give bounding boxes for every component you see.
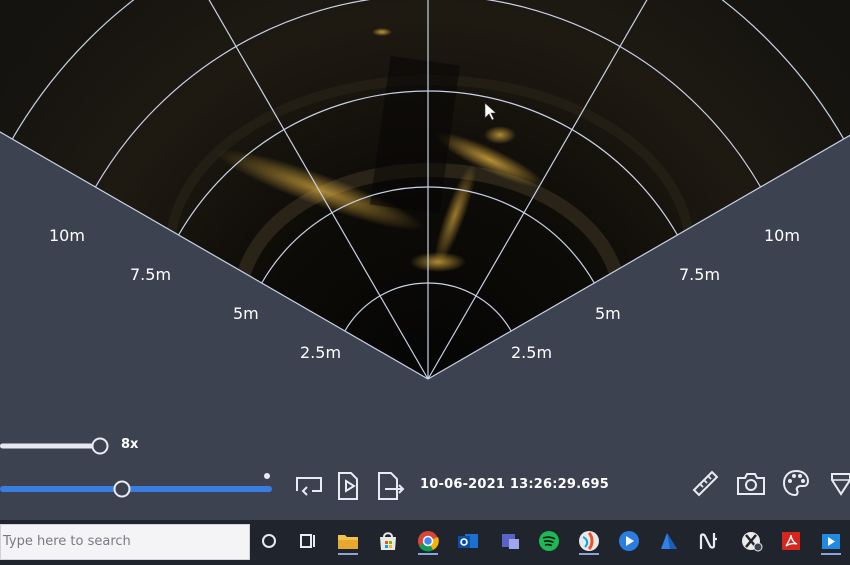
echo-base [410, 252, 466, 272]
play-file-icon[interactable] [335, 471, 363, 501]
taskbar-search-placeholder[interactable]: Type here to search [3, 534, 131, 549]
range-label-right-7-5m: 7.5m [679, 265, 721, 284]
maps-icon[interactable] [655, 527, 683, 555]
zoom-slider-thumb[interactable] [91, 437, 109, 455]
zoom-label: 8x [121, 437, 139, 452]
range-label-right-2-5m: 2.5m [511, 343, 553, 362]
range-label-left-7-5m: 7.5m [130, 265, 172, 284]
playback-slider[interactable] [0, 473, 272, 499]
export-file-icon[interactable] [375, 471, 405, 501]
acrobat-icon[interactable] [777, 527, 805, 555]
loop-icon[interactable] [294, 473, 324, 499]
media-player-icon[interactable] [615, 527, 643, 555]
notion-icon[interactable] [695, 527, 723, 555]
camera-icon[interactable] [736, 471, 766, 497]
xbox-icon[interactable] [737, 527, 765, 555]
photos-active-indicator [579, 553, 599, 555]
ruler-icon[interactable] [690, 468, 720, 498]
movies-icon[interactable] [817, 527, 845, 555]
file-explorer-icon[interactable] [334, 527, 362, 555]
search-circle-icon[interactable] [255, 527, 283, 555]
echo-top [484, 126, 516, 144]
playback-end-marker [264, 473, 270, 479]
zoom-slider[interactable] [0, 436, 109, 456]
spotify-icon[interactable] [535, 527, 563, 555]
teams-icon[interactable] [496, 527, 524, 555]
range-label-left-2-5m: 2.5m [300, 343, 342, 362]
store-icon[interactable] [374, 527, 402, 555]
chrome-icon[interactable] [414, 527, 442, 555]
movies-active-indicator [821, 553, 841, 555]
range-label-right-5m: 5m [595, 304, 621, 323]
outlook-icon[interactable] [454, 527, 482, 555]
palette-icon[interactable] [781, 468, 811, 498]
taskbar-search-box[interactable]: Type here to search [0, 524, 250, 560]
zoom-slider-track[interactable] [0, 443, 100, 449]
photos-icon[interactable] [575, 527, 603, 555]
chrome-active-indicator [418, 553, 438, 555]
diamond-icon[interactable] [828, 470, 850, 498]
range-label-left-10m: 10m [49, 226, 85, 245]
task-view-icon[interactable] [294, 527, 322, 555]
range-label-right-10m: 10m [764, 226, 800, 245]
echo-far [372, 28, 392, 36]
file-explorer-active-indicator [338, 553, 358, 555]
playback-timestamp: 10-06-2021 13:26:29.695 [420, 477, 610, 492]
playback-slider-thumb[interactable] [113, 480, 131, 498]
playback-slider-track[interactable] [0, 486, 272, 492]
range-label-left-5m: 5m [233, 304, 259, 323]
